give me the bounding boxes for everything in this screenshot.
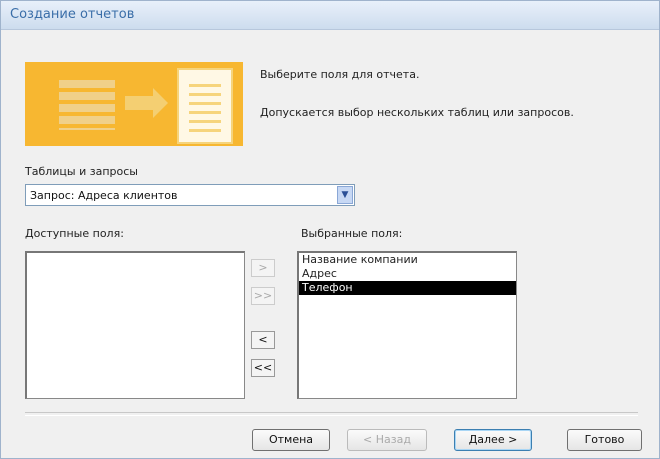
table-source-icon [59, 80, 115, 130]
cancel-button[interactable]: Отмена [252, 429, 330, 451]
list-item-selected[interactable]: Телефон [299, 281, 516, 295]
available-fields-list[interactable] [25, 251, 245, 399]
selected-fields-list[interactable]: Название компании Адрес Телефон [297, 251, 517, 399]
remove-field-button[interactable]: < [251, 331, 275, 349]
list-item[interactable]: Адрес [299, 267, 516, 281]
remove-all-fields-button[interactable]: << [251, 359, 275, 377]
report-wizard-window: Создание отчетов Выберите поля для отчет… [0, 0, 660, 459]
title-bar: Создание отчетов [1, 1, 659, 30]
finish-button[interactable]: Готово [567, 429, 642, 451]
instruction-line-1: Выберите поля для отчета. [260, 68, 420, 81]
tables-queries-combobox[interactable]: Запрос: Адреса клиентов ▼ [25, 184, 355, 206]
report-document-icon [177, 68, 233, 144]
tables-queries-label: Таблицы и запросы [25, 165, 138, 178]
instruction-line-2: Допускается выбор нескольких таблиц или … [260, 106, 574, 119]
selected-fields-label: Выбранные поля: [301, 227, 403, 240]
arrow-right-icon [125, 88, 168, 118]
tables-queries-value: Запрос: Адреса клиентов [30, 189, 178, 202]
next-button[interactable]: Далее > [454, 429, 532, 451]
wizard-banner-image [25, 62, 243, 146]
add-all-fields-button[interactable]: >> [251, 287, 275, 305]
footer-divider [25, 412, 638, 416]
list-item[interactable]: Название компании [299, 253, 516, 267]
add-field-button[interactable]: > [251, 259, 275, 277]
available-fields-label: Доступные поля: [25, 227, 124, 240]
window-title: Создание отчетов [10, 7, 135, 22]
chevron-down-icon[interactable]: ▼ [337, 186, 353, 204]
back-button[interactable]: < Назад [347, 429, 427, 451]
